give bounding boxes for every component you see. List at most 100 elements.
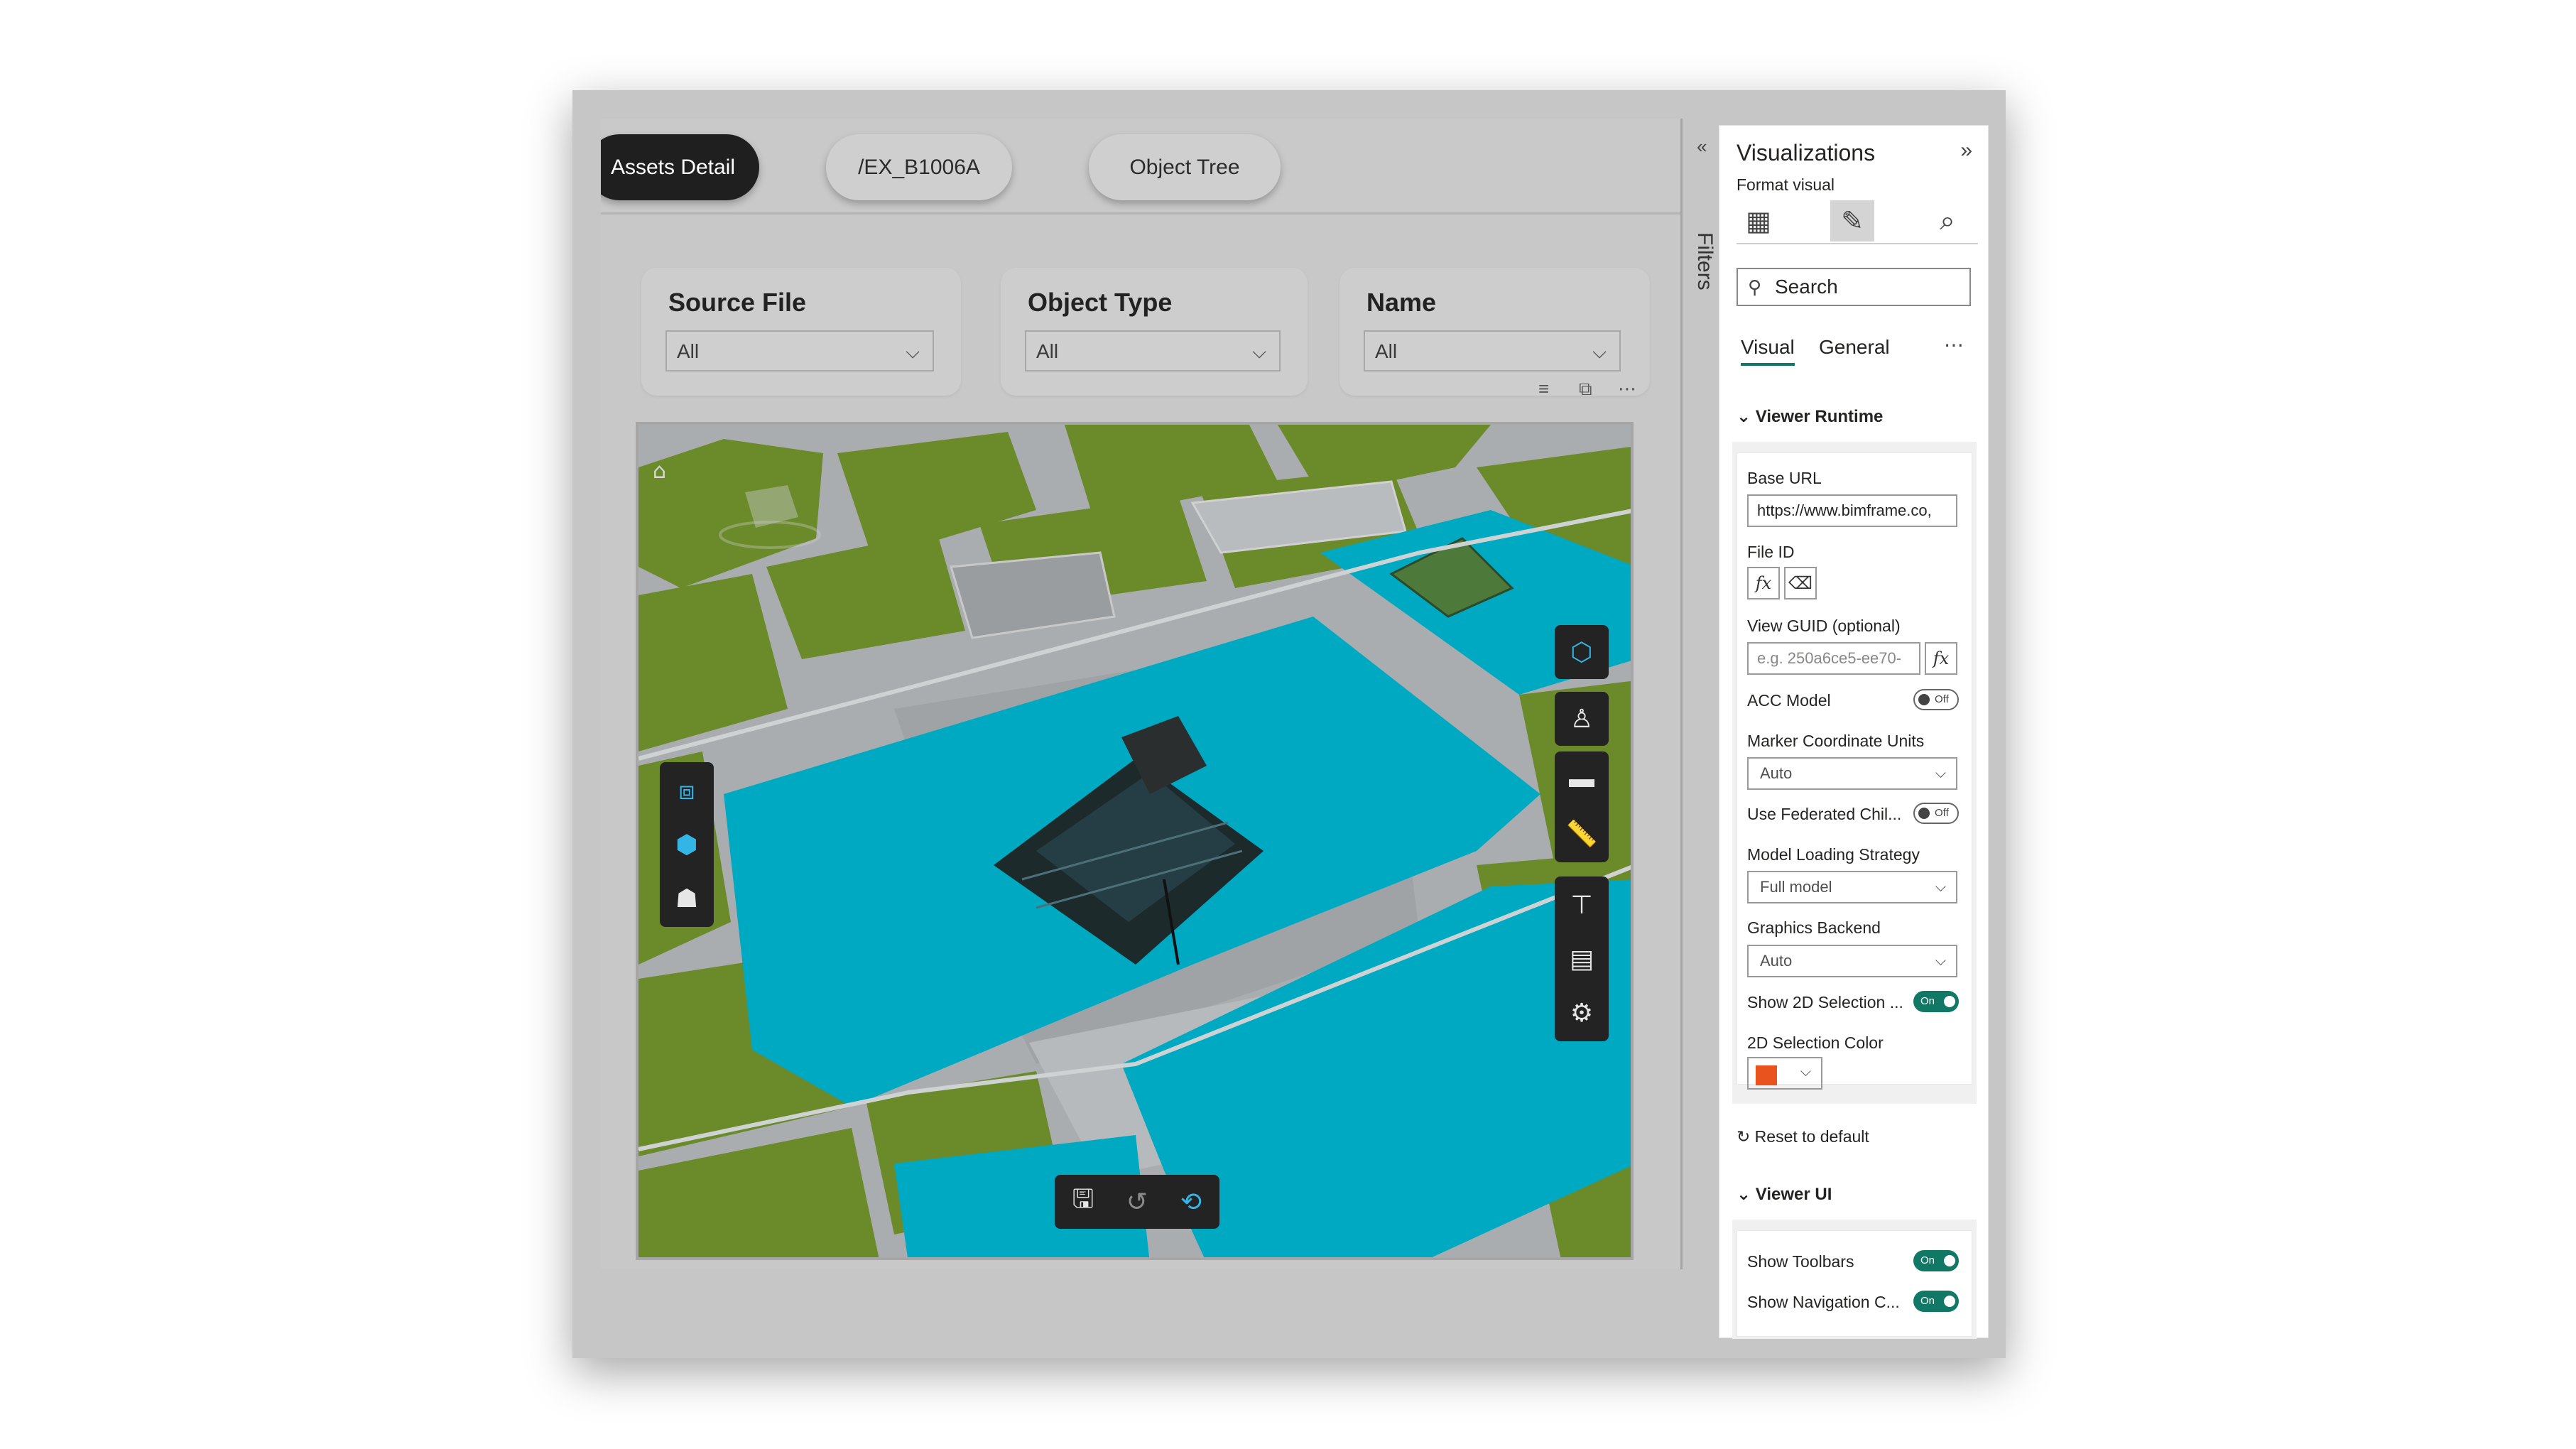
left-toolbar: ⧈ ⬢ ☗ <box>660 762 714 927</box>
bim-3d-viewer[interactable]: ⌂ ⧈ ⬢ ☗ ⬡ ♙ ▬ 📏 ⊤ ▤ ⚙ 🖫 ↺ ⟲ <box>636 422 1634 1260</box>
chevron-down-icon: ⌵ <box>1935 953 1946 969</box>
filters-rail: « Filters <box>1680 119 1723 1269</box>
pane-title: Visualizations <box>1737 140 1876 165</box>
model-tree-icon[interactable]: ⊤ <box>1556 879 1607 930</box>
show-toolbars-toggle[interactable]: On <box>1913 1250 1959 1271</box>
slicer-title: Object Type <box>1028 288 1173 317</box>
tab-label: Object Tree <box>1129 155 1240 179</box>
select-value: Auto <box>1760 952 1793 970</box>
tools-toolbar: ▬ 📏 <box>1555 751 1609 862</box>
slicer-object-type: Object Type All ⌵ <box>1001 268 1308 396</box>
format-visual-icon[interactable]: ✎ <box>1830 200 1874 242</box>
fx-icon[interactable]: fx <box>1925 642 1957 675</box>
show-navigation-toggle[interactable]: On <box>1913 1291 1959 1312</box>
search-placeholder: Search <box>1775 276 1838 298</box>
slicer-name: Name All ⌵ <box>1339 268 1650 396</box>
build-visual-icon[interactable]: ▦ <box>1737 200 1781 242</box>
graphics-backend-label: Graphics Backend <box>1747 918 1881 937</box>
pane-mode-tabs: ▦ ✎ ⌕ <box>1737 200 1978 244</box>
chevron-down-icon: ⌵ <box>906 341 920 362</box>
section-title: Viewer UI <box>1755 1185 1832 1204</box>
select-value: Auto <box>1760 764 1793 782</box>
svg-text:⌂: ⌂ <box>653 459 666 484</box>
slicer-value: All <box>1036 340 1059 362</box>
base-url-input[interactable]: https://www.bimframe.co, <box>1747 494 1957 527</box>
measure-icon[interactable]: 📏 <box>1556 808 1607 859</box>
slicer-dropdown[interactable]: All ⌵ <box>1364 330 1621 371</box>
fx-icon[interactable]: fx <box>1747 567 1780 599</box>
graphics-backend-select[interactable]: Auto ⌵ <box>1747 945 1957 977</box>
undo-icon[interactable]: ↺ <box>1112 1176 1163 1227</box>
settings-gear-icon[interactable]: ⚙ <box>1556 987 1607 1038</box>
viewer-runtime-card: Base URL https://www.bimframe.co, File I… <box>1737 452 1972 1090</box>
pane-subtitle: Format visual <box>1737 175 1835 194</box>
view-cube-button[interactable]: ⬡ <box>1555 625 1609 679</box>
folder-icon[interactable]: ▬ <box>1556 753 1607 804</box>
reset-label: Reset to default <box>1754 1127 1869 1146</box>
explode-model-icon[interactable]: ⬢ <box>661 819 712 870</box>
filter-icon[interactable]: ≡ <box>1538 378 1549 400</box>
slicer-value: All <box>677 340 700 362</box>
section-box-icon[interactable]: ⧈ <box>661 765 712 816</box>
slicer-dropdown[interactable]: All ⌵ <box>665 330 934 371</box>
cube-icon: ⬡ <box>1570 637 1593 666</box>
base-url-label: Base URL <box>1747 469 1822 487</box>
acc-model-toggle[interactable]: Off <box>1913 689 1959 710</box>
section-title: Viewer Runtime <box>1755 407 1884 426</box>
filters-label[interactable]: Filters <box>1692 232 1717 332</box>
3d-scene: ⌂ <box>638 425 1631 1257</box>
slicer-source-file: Source File All ⌵ <box>641 268 961 396</box>
view-guid-input[interactable]: e.g. 250a6ce5-ee70- <box>1747 642 1920 675</box>
acc-model-label: ACC Model <box>1747 691 1831 710</box>
visualizations-pane: Visualizations » Format visual ▦ ✎ ⌕ ⚲ S… <box>1719 125 1989 1339</box>
toggle-state: On <box>1920 1254 1935 1266</box>
tab-assets-detail[interactable]: Assets Detail <box>601 134 759 200</box>
slicer-title: Name <box>1366 288 1437 317</box>
bottom-toolbar: 🖫 ↺ ⟲ <box>1055 1175 1219 1229</box>
save-icon[interactable]: 🖫 <box>1058 1176 1109 1227</box>
chevron-down-icon: ⌄ <box>1737 407 1756 426</box>
reset-to-default-link[interactable]: ↻ Reset to default <box>1737 1127 1869 1146</box>
tab-label: /EX_B1006A <box>858 155 980 179</box>
ghost-mode-icon[interactable]: ☗ <box>661 873 712 924</box>
tab-general[interactable]: General <box>1819 336 1890 359</box>
loading-strategy-select[interactable]: Full model ⌵ <box>1747 871 1957 903</box>
eraser-icon[interactable]: ⌫ <box>1784 567 1817 599</box>
collapse-right-icon[interactable]: » <box>1960 139 1972 163</box>
more-options-icon[interactable]: ⋯ <box>1618 378 1636 400</box>
show-2d-selection-toggle[interactable]: On <box>1913 991 1959 1012</box>
analytics-icon[interactable]: ⌕ <box>1925 200 1969 242</box>
collapse-left-icon[interactable]: « <box>1697 136 1707 158</box>
info-toolbar: ⊤ ▤ ⚙ <box>1555 877 1609 1041</box>
report-canvas: Assets Detail /EX_B1006A Object Tree Sou… <box>601 119 1680 1269</box>
marker-units-select[interactable]: Auto ⌵ <box>1747 757 1957 790</box>
focus-mode-icon[interactable]: ⧉ <box>1579 378 1592 401</box>
chevron-down-icon: ⌵ <box>1935 879 1946 895</box>
chevron-down-icon: ⌵ <box>1800 1064 1811 1080</box>
2d-selection-color-label: 2D Selection Color <box>1747 1033 1884 1052</box>
chevron-down-icon: ⌵ <box>1935 766 1946 781</box>
person-icon: ♙ <box>1570 704 1594 733</box>
page-tab-bar: Assets Detail /EX_B1006A Object Tree <box>601 119 1680 215</box>
search-input[interactable]: ⚲ Search <box>1737 268 1971 306</box>
federated-label: Use Federated Chil... <box>1747 805 1902 823</box>
section-viewer-ui[interactable]: ⌄ Viewer UI <box>1737 1184 1832 1205</box>
properties-icon[interactable]: ▤ <box>1556 933 1607 984</box>
show-2d-selection-label: Show 2D Selection ... <box>1747 993 1903 1011</box>
color-picker[interactable]: ⌵ <box>1747 1057 1822 1090</box>
tab-visual[interactable]: Visual <box>1741 336 1795 366</box>
sync-icon[interactable]: ⟲ <box>1165 1176 1217 1227</box>
more-options-icon[interactable]: ⋯ <box>1944 333 1964 357</box>
chevron-down-icon: ⌵ <box>1592 341 1607 362</box>
show-navigation-label: Show Navigation C... <box>1747 1293 1900 1311</box>
section-viewer-runtime[interactable]: ⌄ Viewer Runtime <box>1737 406 1883 427</box>
federated-toggle[interactable]: Off <box>1913 803 1959 824</box>
tab-object-tree[interactable]: Object Tree <box>1089 134 1281 200</box>
walk-mode-button[interactable]: ♙ <box>1555 692 1609 746</box>
toggle-state: Off <box>1935 693 1949 705</box>
slicer-dropdown[interactable]: All ⌵ <box>1025 330 1281 371</box>
loading-strategy-label: Model Loading Strategy <box>1747 845 1920 864</box>
slicer-title: Source File <box>668 288 807 317</box>
tab-ex-b1006a[interactable]: /EX_B1006A <box>826 134 1012 200</box>
toggle-state: On <box>1920 1295 1935 1307</box>
